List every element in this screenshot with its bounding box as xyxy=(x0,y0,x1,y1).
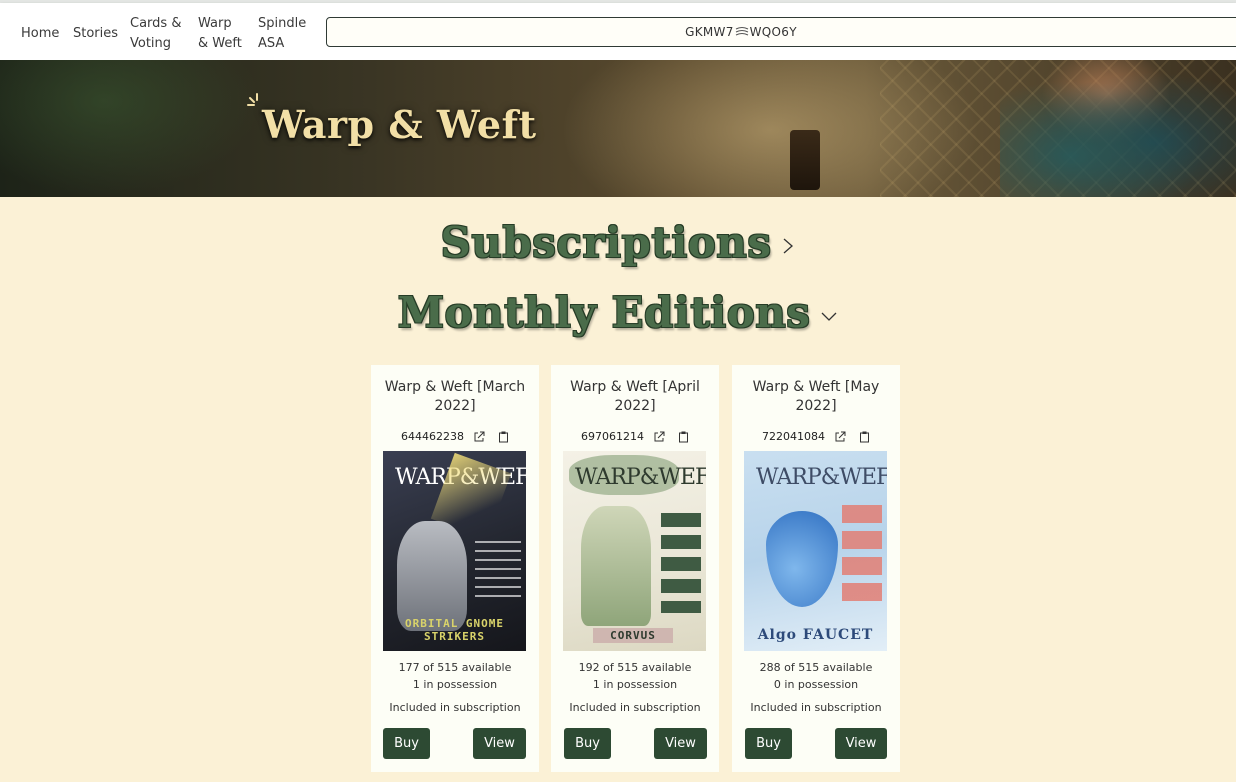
copy-icon[interactable] xyxy=(498,431,509,443)
wallet-address-end: WQO6Y xyxy=(749,25,797,39)
wallet-address-start: GKMW7 xyxy=(685,25,734,39)
nav-spindle-asa[interactable]: Spindle ASA xyxy=(258,14,306,54)
subscription-status: Included in subscription xyxy=(389,701,521,714)
nav-warp-weft[interactable]: Warp & Weft xyxy=(198,14,242,54)
banner-title: Warp & Weft xyxy=(262,102,537,147)
top-navbar: Home Stories Cards & Voting Warp & Weft Sp… xyxy=(0,3,1236,60)
asset-id: 644462238 xyxy=(401,430,464,443)
copy-icon[interactable] xyxy=(678,431,689,443)
spinning-wheel-illustration xyxy=(790,130,820,190)
subscription-status: Included in subscription xyxy=(750,701,882,714)
external-link-icon[interactable] xyxy=(653,431,665,443)
thread-icon xyxy=(735,27,748,36)
gnome-illustration xyxy=(397,521,467,631)
nav-stories[interactable]: Stories xyxy=(73,24,118,44)
nav-home[interactable]: Home xyxy=(21,24,59,44)
edition-title: Warp & Weft [April 2022] xyxy=(570,379,700,414)
cover-image-april[interactable]: WARP&WEFT CORVUS xyxy=(563,451,706,651)
view-button[interactable]: View xyxy=(473,728,526,759)
buy-button[interactable]: Buy xyxy=(564,728,611,759)
cover-brand: WARP&WEFT xyxy=(756,465,887,490)
copy-icon[interactable] xyxy=(859,431,870,443)
external-link-icon[interactable] xyxy=(473,431,485,443)
buy-button[interactable]: Buy xyxy=(745,728,792,759)
edition-title: Warp & Weft [May 2022] xyxy=(752,379,880,414)
cover-brand: WARP&WEFT xyxy=(575,465,706,490)
possession: 1 in possession xyxy=(592,678,678,691)
cover-footer: CORVUS xyxy=(593,628,673,643)
cover-image-march[interactable]: WARP&WEFT ORBITAL GNOME STRIKERS xyxy=(383,451,526,651)
edition-title: Warp & Weft [March 2022] xyxy=(384,379,526,414)
asset-id-row: 644462238 xyxy=(371,430,539,443)
chevron-down-icon xyxy=(821,312,837,321)
availability: 288 of 515 available xyxy=(759,661,873,674)
possession: 1 in possession xyxy=(412,678,498,691)
edition-card: Warp & Weft [April 2022] 697061214 WARP&… xyxy=(551,365,719,772)
wallet-address-button[interactable]: GKMW7 WQO6Y xyxy=(326,17,1236,47)
chevron-right-icon xyxy=(784,238,794,254)
possession: 0 in possession xyxy=(773,678,859,691)
buy-button[interactable]: Buy xyxy=(383,728,430,759)
view-button[interactable]: View xyxy=(654,728,707,759)
asset-id: 722041084 xyxy=(762,430,825,443)
hero-banner: Warp & Weft xyxy=(0,60,1236,197)
cover-footer: Algo FAUCET xyxy=(757,627,874,643)
cover-footer: ORBITAL GNOME STRIKERS xyxy=(404,617,505,643)
asset-id-row: 722041084 xyxy=(732,430,900,443)
weaver-illustration xyxy=(1000,60,1236,197)
asset-id-row: 697061214 xyxy=(551,430,719,443)
availability: 192 of 515 available xyxy=(578,661,692,674)
nav-cards-voting[interactable]: Cards & Voting xyxy=(130,14,181,54)
asset-id: 697061214 xyxy=(581,430,644,443)
monthly-editions-heading[interactable]: Monthly Editions xyxy=(0,288,1236,337)
corvus-illustration xyxy=(581,506,651,626)
subscription-status: Included in subscription xyxy=(569,701,701,714)
droplet-illustration xyxy=(766,511,838,607)
view-button[interactable]: View xyxy=(835,728,887,759)
subscriptions-heading[interactable]: Subscriptions xyxy=(0,218,1236,267)
availability: 177 of 515 available xyxy=(398,661,512,674)
edition-card: Warp & Weft [May 2022] 722041084 WARP&WE… xyxy=(732,365,900,772)
edition-card: Warp & Weft [March 2022] 644462238 WARP&… xyxy=(371,365,539,772)
cover-image-may[interactable]: WARP&WEFT Algo FAUCET xyxy=(744,451,887,651)
external-link-icon[interactable] xyxy=(834,431,846,443)
